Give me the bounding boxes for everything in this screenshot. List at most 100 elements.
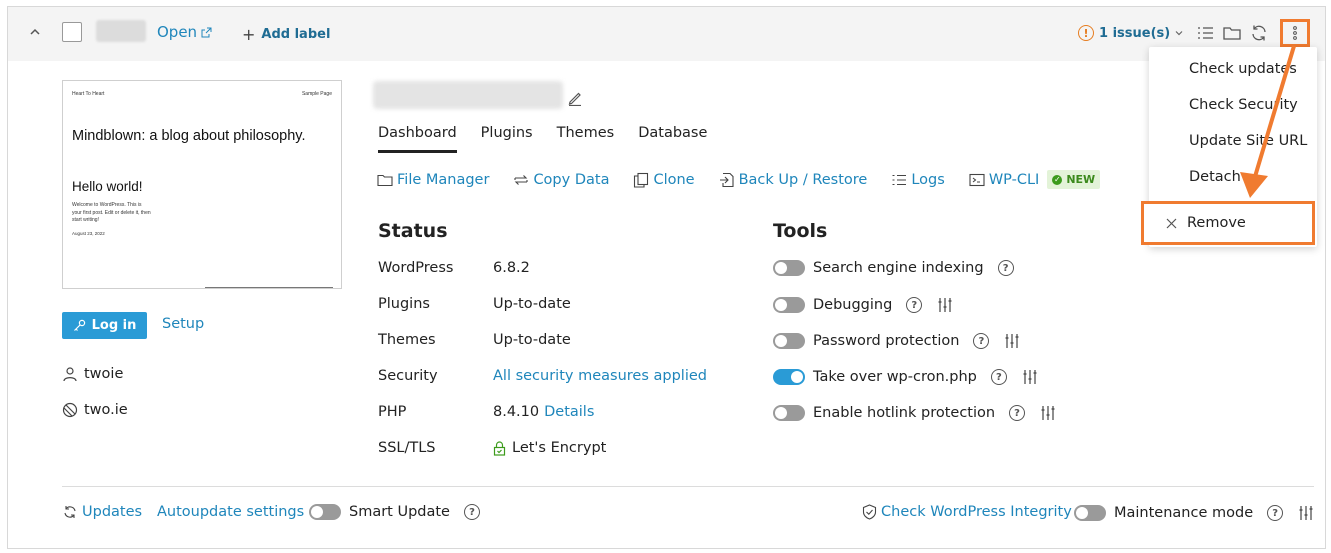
- footer-divider: [62, 486, 1314, 487]
- status-value-wordpress: 6.8.2: [493, 260, 530, 276]
- wp-cron-toggle[interactable]: [773, 369, 805, 385]
- open-site-label: Open: [157, 23, 198, 41]
- close-icon: [1166, 218, 1177, 228]
- folder-icon[interactable]: [1222, 23, 1242, 43]
- menu-item-remove[interactable]: Remove: [1141, 201, 1315, 245]
- tab-themes[interactable]: Themes: [557, 125, 615, 153]
- copy-data-link[interactable]: Copy Data: [513, 172, 609, 188]
- status-label-php: PHP: [378, 404, 407, 420]
- remove-label: Remove: [1187, 215, 1246, 231]
- menu-item-check-security[interactable]: Check Security: [1189, 97, 1298, 113]
- clone-link[interactable]: Clone: [633, 171, 695, 188]
- lock-icon: [493, 440, 506, 456]
- password-protection-toggle[interactable]: [773, 333, 805, 349]
- help-icon[interactable]: ?: [1267, 505, 1284, 521]
- maintenance-mode-toggle[interactable]: [1074, 505, 1106, 521]
- security-status-link[interactable]: All security measures applied: [493, 368, 707, 384]
- file-manager-label: File Manager: [397, 171, 490, 188]
- site-domain-name: two.ie: [84, 402, 128, 418]
- warning-icon: !: [1078, 25, 1094, 41]
- help-icon[interactable]: ?: [463, 504, 480, 520]
- smart-update-control: Smart Update ?: [309, 504, 480, 520]
- menu-item-update-site-url[interactable]: Update Site URL: [1189, 133, 1307, 149]
- login-button[interactable]: Log in: [62, 312, 147, 339]
- tab-plugins[interactable]: Plugins: [481, 125, 533, 153]
- logs-link[interactable]: Logs: [891, 171, 945, 188]
- status-label-themes: Themes: [378, 332, 436, 348]
- hotlink-protection-label: Enable hotlink protection: [813, 405, 996, 421]
- site-card: Open + Add label ! 1 issue(s) Heart To H…: [7, 6, 1326, 549]
- updates-link[interactable]: Updates: [62, 504, 142, 520]
- backup-restore-link[interactable]: Back Up / Restore: [719, 172, 867, 188]
- status-value-security: All security measures applied: [493, 368, 707, 384]
- status-label-plugins: Plugins: [378, 296, 430, 312]
- open-site-link[interactable]: Open: [157, 23, 212, 41]
- tool-search-engine-indexing: Search engine indexing ?: [773, 260, 1014, 276]
- status-title: Status: [378, 220, 448, 242]
- issues-dropdown[interactable]: ! 1 issue(s): [1078, 25, 1183, 41]
- site-screenshot-preview[interactable]: Heart To Heart Sample Page Mindblown: a …: [62, 80, 342, 289]
- pencil-icon[interactable]: [567, 90, 583, 106]
- tool-wp-cron: Take over wp-cron.php ?: [773, 368, 1039, 386]
- settings-sliders-icon[interactable]: [936, 296, 954, 314]
- add-label-button[interactable]: + Add label: [242, 25, 330, 44]
- tab-dashboard[interactable]: Dashboard: [378, 125, 457, 153]
- file-manager-link[interactable]: File Manager: [377, 172, 489, 188]
- help-icon[interactable]: ?: [997, 260, 1014, 276]
- menu-item-detach[interactable]: Detach: [1189, 169, 1241, 185]
- key-icon: [73, 319, 85, 331]
- search-engine-indexing-toggle[interactable]: [773, 260, 805, 276]
- debugging-toggle[interactable]: [773, 297, 805, 313]
- tool-debugging: Debugging ?: [773, 296, 954, 314]
- external-link-icon: [201, 27, 212, 37]
- php-details-link[interactable]: Details: [544, 404, 594, 420]
- folder-icon: [377, 174, 393, 186]
- hotlink-protection-toggle[interactable]: [773, 405, 805, 421]
- backup-icon: [719, 172, 734, 187]
- tool-password-protection: Password protection ?: [773, 332, 1021, 350]
- site-select-checkbox[interactable]: [62, 22, 82, 42]
- setup-link[interactable]: Setup: [162, 316, 204, 332]
- tools-title: Tools: [773, 220, 828, 242]
- maintenance-mode-label: Maintenance mode: [1114, 505, 1254, 521]
- help-icon[interactable]: ?: [990, 369, 1007, 385]
- smart-update-toggle[interactable]: [309, 504, 341, 520]
- smart-update-label: Smart Update: [349, 504, 450, 520]
- help-icon[interactable]: ?: [906, 297, 923, 313]
- plus-icon: +: [242, 25, 256, 44]
- help-icon[interactable]: ?: [1009, 405, 1026, 421]
- refresh-icon[interactable]: [1249, 23, 1269, 43]
- more-actions-button[interactable]: [1280, 19, 1310, 47]
- quick-actions: File Manager Copy Data Clone Back Up / R…: [377, 170, 1101, 189]
- tab-database[interactable]: Database: [638, 125, 707, 153]
- new-badge-label: NEW: [1066, 173, 1096, 186]
- site-user-name: twoie: [84, 366, 124, 382]
- settings-sliders-icon[interactable]: [1297, 504, 1315, 522]
- check-integrity-link[interactable]: Check WordPress Integrity: [862, 504, 1072, 520]
- wp-cli-link[interactable]: WP-CLI: [969, 172, 1039, 188]
- autoupdate-settings-label: Autoupdate settings: [157, 504, 305, 520]
- settings-sliders-icon[interactable]: [1021, 368, 1039, 386]
- user-icon: [63, 367, 77, 382]
- settings-sliders-icon[interactable]: [1003, 332, 1021, 350]
- settings-sliders-icon[interactable]: [1039, 404, 1057, 422]
- site-domain: two.ie: [62, 402, 128, 418]
- help-icon[interactable]: ?: [973, 333, 990, 349]
- status-value-plugins: Up-to-date: [493, 296, 571, 312]
- php-version: 8.4.10: [493, 404, 540, 420]
- status-value-themes: Up-to-date: [493, 332, 571, 348]
- chevron-down-icon: [1175, 31, 1183, 36]
- tool-hotlink-protection: Enable hotlink protection ?: [773, 404, 1057, 422]
- clone-icon: [634, 172, 649, 188]
- list-icon[interactable]: [1195, 23, 1215, 43]
- logs-label: Logs: [911, 171, 945, 188]
- maintenance-mode-control: Maintenance mode ?: [1074, 504, 1315, 522]
- wp-cron-label: Take over wp-cron.php: [813, 369, 977, 385]
- password-protection-label: Password protection: [813, 333, 960, 349]
- menu-item-check-updates[interactable]: Check updates: [1189, 61, 1297, 77]
- clone-label: Clone: [653, 171, 695, 188]
- autoupdate-settings-link[interactable]: Autoupdate settings: [157, 504, 304, 520]
- chevron-up-icon[interactable]: [28, 25, 42, 39]
- preview-post-date: August 23, 2022: [72, 231, 105, 236]
- sync-icon: [514, 174, 528, 185]
